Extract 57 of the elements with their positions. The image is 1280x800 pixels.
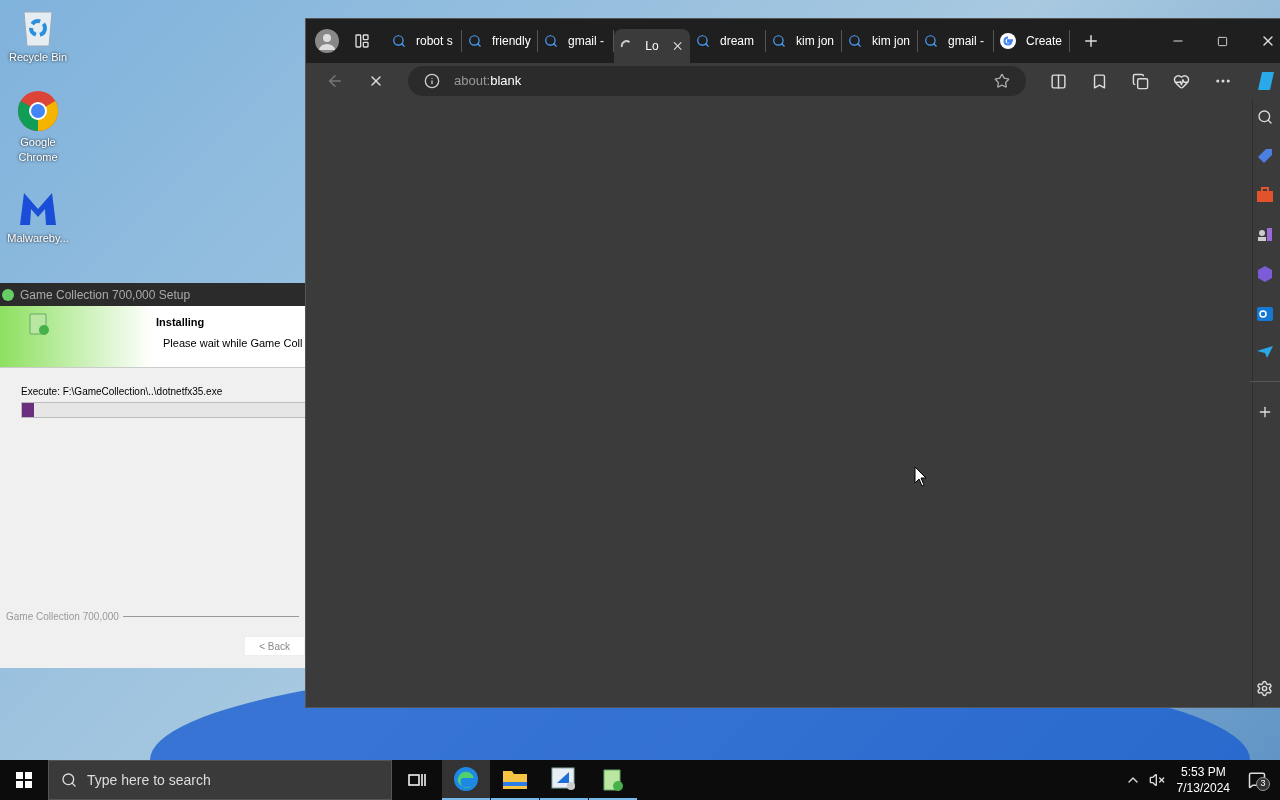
folder-icon [502,768,528,790]
app-icon [2,288,14,301]
browser-tab[interactable]: Lo [614,29,690,63]
search-icon [468,34,482,48]
back-button[interactable]: < Back [244,636,305,656]
settings-icon[interactable] [1256,680,1273,697]
step-description: Please wait while Game Coll [162,335,303,351]
browser-tab[interactable]: dream [690,30,766,52]
search-icon [392,34,406,48]
search-icon[interactable] [1256,109,1273,125]
search-icon [61,772,77,788]
taskbar-search-field[interactable]: Type here to search [48,760,392,800]
split-screen-icon[interactable] [1050,72,1067,90]
address-text: about:blank [454,72,522,91]
tab-actions-icon[interactable] [354,33,370,49]
search-icon [924,34,938,48]
address-bar[interactable]: about:blank [408,66,1026,96]
favorites-icon[interactable] [1091,72,1108,90]
browser-tab[interactable]: gmail - [918,30,994,52]
browser-tab[interactable]: Create [994,30,1070,52]
step-heading: Installing [156,315,206,330]
google-icon [1000,33,1016,49]
notification-count: 3 [1256,777,1270,791]
speaker-muted-icon[interactable] [1148,772,1165,788]
mouse-cursor-icon [914,466,928,488]
search-icon [544,34,558,48]
search-icon [848,34,862,48]
toolbox-icon[interactable] [1255,187,1274,203]
browser-tab[interactable]: kim jon [842,30,918,52]
task-view-icon[interactable] [408,772,426,788]
chrome-icon [16,89,60,133]
search-icon [696,34,710,48]
window-app-icon [551,767,577,791]
status-text: Execute: F:\GameCollection\..\dotnetfx35.exe [21,385,224,399]
mail-app-icon[interactable] [1255,305,1274,323]
new-tab-icon[interactable] [1082,32,1100,50]
browser-tab[interactable]: robot s [386,30,462,52]
clock-time[interactable]: 5:53 PM [1180,764,1226,780]
clock-date[interactable]: 7/13/2024 [1176,780,1230,796]
favorite-star-icon[interactable] [994,73,1010,89]
chess-pieces-icon[interactable] [1255,225,1274,243]
windows-start-icon[interactable] [16,772,32,788]
browser-tab[interactable]: kim jon [766,30,842,52]
collections-icon[interactable] [1132,72,1149,90]
info-icon[interactable] [424,73,440,89]
brand-label: Game Collection 700,000 [6,610,119,624]
search-icon [772,34,786,48]
installer-box-icon [28,310,50,336]
edge-icon [453,766,479,792]
installer-box-icon [602,766,624,792]
profile-avatar-icon[interactable] [314,28,340,54]
recycle-bin-icon [20,8,56,48]
maximize-icon[interactable] [1217,35,1228,47]
browser-tab[interactable]: friendly [462,30,538,52]
heart-pulse-icon[interactable] [1173,72,1190,90]
window-title: Game Collection 700,000 Setup [20,286,191,304]
taskbar-app-button[interactable] [442,760,490,800]
